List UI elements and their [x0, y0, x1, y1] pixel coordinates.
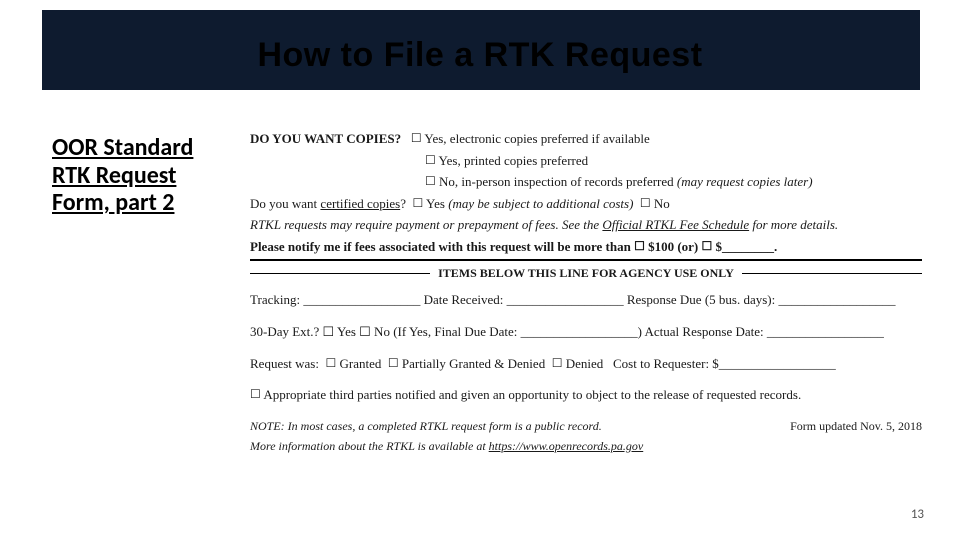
- agency-only-label: ITEMS BELOW THIS LINE FOR AGENCY USE ONL…: [430, 265, 742, 281]
- granted: Granted: [339, 356, 381, 371]
- checkbox-icon: ☐: [640, 195, 651, 211]
- slide: How to File a RTK Request OOR Standard R…: [0, 0, 960, 540]
- checkbox-icon: ☐: [325, 355, 336, 371]
- checkbox-icon: ☐: [702, 238, 713, 254]
- checkbox-icon: ☐: [634, 238, 645, 254]
- cost: Cost to Requester: $__________________: [613, 356, 836, 371]
- copies-question: DO YOU WANT COPIES?: [250, 131, 401, 146]
- subtitle: OOR Standard RTK Request Form, part 2: [52, 134, 232, 217]
- divider-left: [250, 273, 430, 274]
- certified-no: No: [654, 196, 670, 211]
- certified-row: Do you want certified copies? ☐ Yes (may…: [250, 195, 922, 213]
- notify-100: $100 (or): [648, 239, 698, 254]
- copies-row-1: DO YOU WANT COPIES? ☐ Yes, electronic co…: [250, 130, 922, 148]
- prepay-post: for more details.: [752, 217, 838, 232]
- third-party: Appropriate third parties notified and g…: [263, 387, 801, 402]
- notify-pre: Please notify me if fees associated with…: [250, 239, 631, 254]
- checkbox-icon: ☐: [411, 130, 422, 146]
- prepay-pre: RTKL requests may require payment or pre…: [250, 217, 599, 232]
- notify-row: Please notify me if fees associated with…: [250, 238, 922, 256]
- partial: Partially Granted & Denied: [402, 356, 545, 371]
- opt-inperson-note: (may request copies later): [677, 174, 813, 189]
- more-info-pre: More information about the RTKL is avail…: [250, 439, 486, 453]
- ext-row: 30-Day Ext.? ☐ Yes ☐ No (If Yes, Final D…: [250, 323, 922, 341]
- divider-right: [742, 273, 922, 274]
- copies-row-3: ☐ No, in-person inspection of records pr…: [250, 173, 922, 191]
- tracking-row: Tracking: __________________ Date Receiv…: [250, 291, 922, 309]
- slide-title: How to File a RTK Request: [0, 36, 960, 75]
- more-info-row: More information about the RTKL is avail…: [250, 438, 922, 454]
- notify-dollar: $________.: [716, 239, 778, 254]
- page-number: 13: [911, 507, 924, 522]
- form-image: DO YOU WANT COPIES? ☐ Yes, electronic co…: [250, 130, 922, 458]
- third-party-row: ☐ Appropriate third parties notified and…: [250, 386, 922, 404]
- certified-yes-note: (may be subject to additional costs): [448, 196, 633, 211]
- certified-link: certified copies: [320, 196, 400, 211]
- copies-row-2: ☐ Yes, printed copies preferred: [250, 152, 922, 170]
- more-info-url: https://www.openrecords.pa.gov: [489, 439, 644, 453]
- denied: Denied: [566, 356, 604, 371]
- certified-qmark: ?: [400, 196, 406, 211]
- request-was-pre: Request was:: [250, 356, 319, 371]
- checkbox-icon: ☐: [425, 152, 436, 168]
- form-updated: Form updated Nov. 5, 2018: [790, 418, 922, 434]
- divider-line: [250, 259, 922, 261]
- agency-divider: ITEMS BELOW THIS LINE FOR AGENCY USE ONL…: [250, 265, 922, 281]
- checkbox-icon: ☐: [552, 355, 563, 371]
- opt-electronic: Yes, electronic copies preferred if avai…: [424, 131, 649, 146]
- opt-printed: Yes, printed copies preferred: [439, 153, 589, 168]
- footer-row: NOTE: In most cases, a completed RTKL re…: [250, 418, 922, 434]
- certified-yes: Yes: [426, 196, 445, 211]
- request-was-row: Request was: ☐ Granted ☐ Partially Grant…: [250, 355, 922, 373]
- prepay-row: RTKL requests may require payment or pre…: [250, 216, 922, 234]
- checkbox-icon: ☐: [412, 195, 423, 211]
- opt-inperson: No, in-person inspection of records pref…: [439, 174, 674, 189]
- checkbox-icon: ☐: [425, 173, 436, 189]
- checkbox-icon: ☐: [250, 386, 261, 402]
- fee-schedule-link: Official RTKL Fee Schedule: [602, 217, 749, 232]
- checkbox-icon: ☐: [388, 355, 399, 371]
- note: NOTE: In most cases, a completed RTKL re…: [250, 418, 602, 434]
- certified-pre: Do you want: [250, 196, 317, 211]
